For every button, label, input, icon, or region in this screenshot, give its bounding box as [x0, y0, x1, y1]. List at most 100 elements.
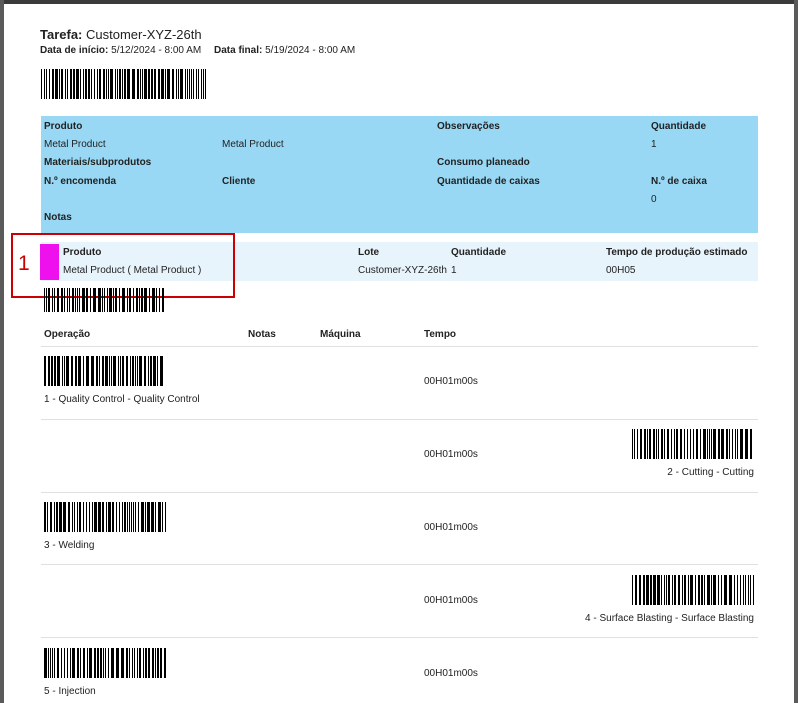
barcode-bar [71, 356, 73, 386]
barcode-bar [664, 429, 665, 459]
barcode-bar [684, 575, 686, 605]
barcode-bar [119, 69, 121, 99]
barcode-bar [126, 356, 128, 386]
encomenda-label: N.º encomenda [44, 176, 117, 187]
barcode-bar [119, 502, 120, 532]
barcode-bar [104, 288, 105, 312]
barcode-bar [137, 69, 139, 99]
barcode-bar [711, 575, 712, 605]
tempo-header: Tempo [424, 329, 457, 340]
barcode-bar [161, 69, 164, 99]
barcode-bar [740, 429, 743, 459]
quantidade-value: 1 [651, 139, 657, 150]
barcode-bar [189, 69, 190, 99]
barcode-bar [68, 502, 70, 532]
barcode-bar [57, 356, 60, 386]
barcode-bar [674, 575, 676, 605]
barcode-bar [65, 69, 66, 99]
barcode-bar [83, 356, 84, 386]
table-divider [41, 637, 758, 638]
barcode-bar [695, 575, 696, 605]
barcode-bar [672, 575, 673, 605]
barcode-bar [82, 288, 85, 312]
barcode-bar [718, 429, 720, 459]
barcode-bar [140, 69, 141, 99]
barcode-bar [54, 356, 56, 386]
barcode-bar [63, 502, 66, 532]
barcode-bar [122, 69, 123, 99]
barcode-bar [89, 502, 90, 532]
barcode-bar [92, 502, 93, 532]
barcode-bar [113, 288, 114, 312]
barcode-bar [696, 429, 698, 459]
barcode-bar [48, 288, 50, 312]
barcode-bar [157, 648, 159, 678]
barcode-bar [44, 356, 46, 386]
barcode-bar [147, 502, 150, 532]
operation-time: 00H01m00s [424, 595, 478, 606]
barcode-bar [155, 502, 156, 532]
barcode-bar [152, 288, 155, 312]
product-row-quantidade-value: 1 [451, 265, 457, 276]
barcode-bar [137, 356, 138, 386]
barcode-bar [105, 356, 108, 386]
task-value: Customer-XYZ-26th [86, 27, 202, 42]
barcode-bar [87, 648, 88, 678]
barcode-bar [159, 288, 160, 312]
barcode-bar [162, 502, 163, 532]
barcode-bar [743, 575, 744, 605]
barcode-bar [98, 288, 101, 312]
barcode-bar [185, 69, 186, 99]
barcode-bar [658, 429, 659, 459]
barcode-bar [133, 288, 134, 312]
barcode-bar [64, 648, 65, 678]
operation-label: 1 - Quality Control - Quality Control [44, 394, 200, 405]
barcode-bar [102, 502, 104, 532]
barcode-bar [116, 502, 117, 532]
barcode-bar [646, 575, 649, 605]
operation-barcode [632, 575, 754, 605]
barcode-bar [44, 69, 45, 99]
task-barcode [41, 69, 207, 99]
barcode-bar [44, 502, 46, 532]
barcode-bar [113, 356, 116, 386]
barcode-bar [149, 288, 150, 312]
barcode-bar [44, 648, 47, 678]
barcode-bar [142, 69, 143, 99]
barcode-bar [106, 69, 107, 99]
barcode-bar [721, 429, 724, 459]
barcode-bar [148, 69, 150, 99]
operation-label: 2 - Cutting - Cutting [667, 467, 754, 478]
operation-time: 00H01m00s [424, 522, 478, 533]
barcode-bar [713, 429, 716, 459]
barcode-bar [41, 69, 42, 99]
barcode-bar [707, 575, 710, 605]
barcode-bar [108, 502, 111, 532]
barcode-bar [103, 69, 105, 99]
operation-barcode [44, 648, 166, 678]
barcode-bar [107, 288, 108, 312]
barcode-bar [172, 69, 174, 99]
barcode-bar [704, 575, 705, 605]
barcode-bar [136, 288, 138, 312]
barcode-bar [118, 356, 119, 386]
maquina-header: Máquina [320, 329, 361, 340]
barcode-bar [707, 429, 708, 459]
barcode-bar [57, 648, 59, 678]
barcode-bar [191, 69, 192, 99]
barcode-bar [676, 429, 678, 459]
barcode-bar [678, 575, 680, 605]
barcode-bar [61, 648, 62, 678]
barcode-bar [167, 69, 170, 99]
barcode-bar [97, 69, 98, 99]
barcode-bar [76, 69, 79, 99]
operation-time: 00H01m00s [424, 449, 478, 460]
barcode-bar [57, 288, 59, 312]
barcode-bar [124, 502, 126, 532]
barcode-bar [724, 575, 727, 605]
barcode-bar [160, 648, 162, 678]
produto-value-1: Metal Product [44, 139, 106, 150]
barcode-bar [661, 575, 662, 605]
annotation-number: 1 [18, 252, 30, 275]
barcode-bar [85, 69, 87, 99]
